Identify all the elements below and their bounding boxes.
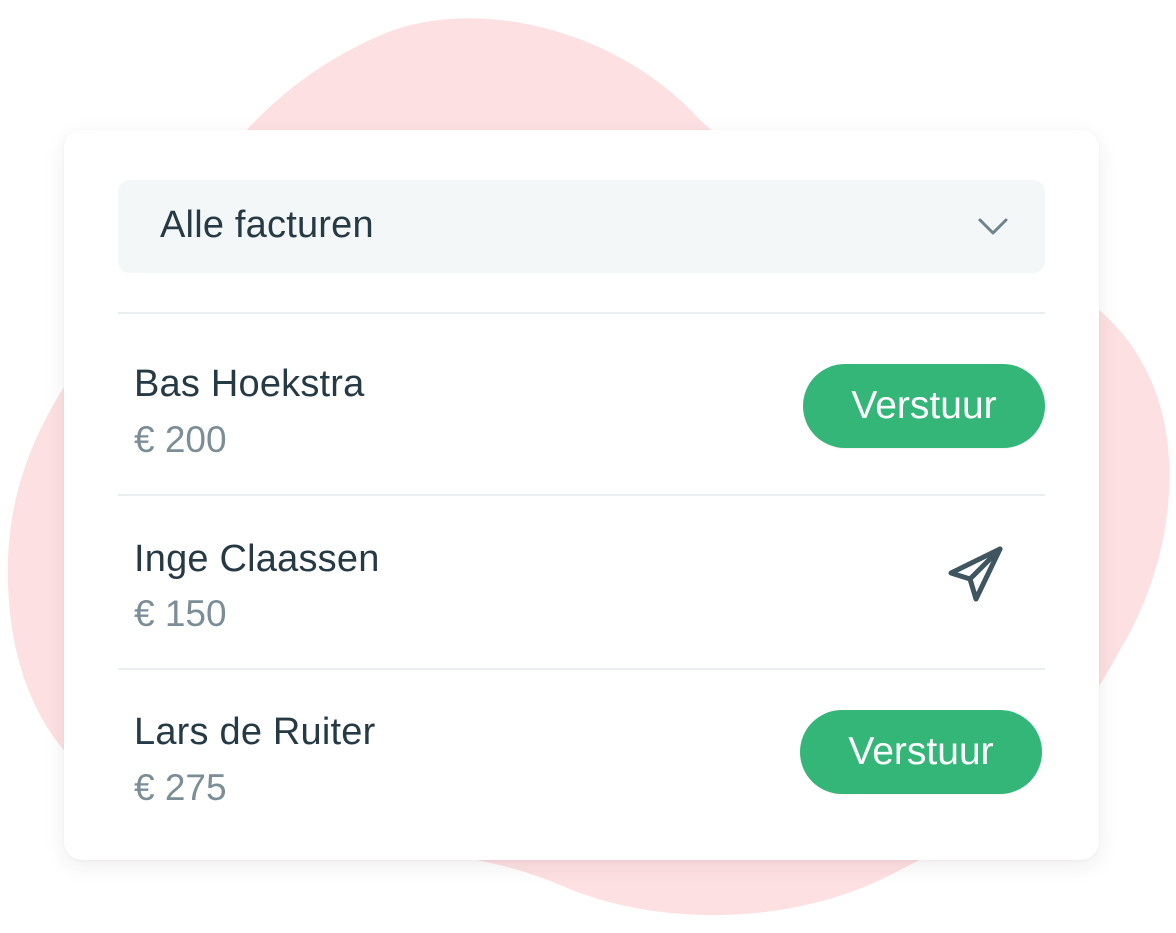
send-invoice-button[interactable]: Verstuur [800, 710, 1042, 794]
invoice-row: Bas Hoekstra € 200 Verstuur [118, 314, 1045, 486]
invoice-row: Inge Claassen € 150 [118, 496, 1045, 668]
chevron-down-icon [978, 218, 1008, 235]
customer-name: Inge Claassen [134, 538, 380, 580]
customer-name: Bas Hoekstra [134, 363, 365, 405]
invoice-amount: € 200 [134, 419, 227, 460]
invoice-card: Alle facturen Bas Hoekstra € 200 Verstuu… [64, 130, 1099, 860]
filter-selected-label: Alle facturen [160, 204, 374, 246]
customer-name: Lars de Ruiter [134, 711, 376, 753]
invoice-amount: € 150 [134, 593, 227, 634]
paper-plane-icon[interactable] [944, 543, 1008, 607]
invoice-row: Lars de Ruiter € 275 Verstuur [118, 670, 1045, 842]
send-invoice-button[interactable]: Verstuur [803, 364, 1045, 448]
invoice-filter-dropdown[interactable]: Alle facturen [118, 180, 1045, 273]
invoice-amount: € 275 [134, 767, 227, 808]
stage: Alle facturen Bas Hoekstra € 200 Verstuu… [0, 0, 1176, 933]
